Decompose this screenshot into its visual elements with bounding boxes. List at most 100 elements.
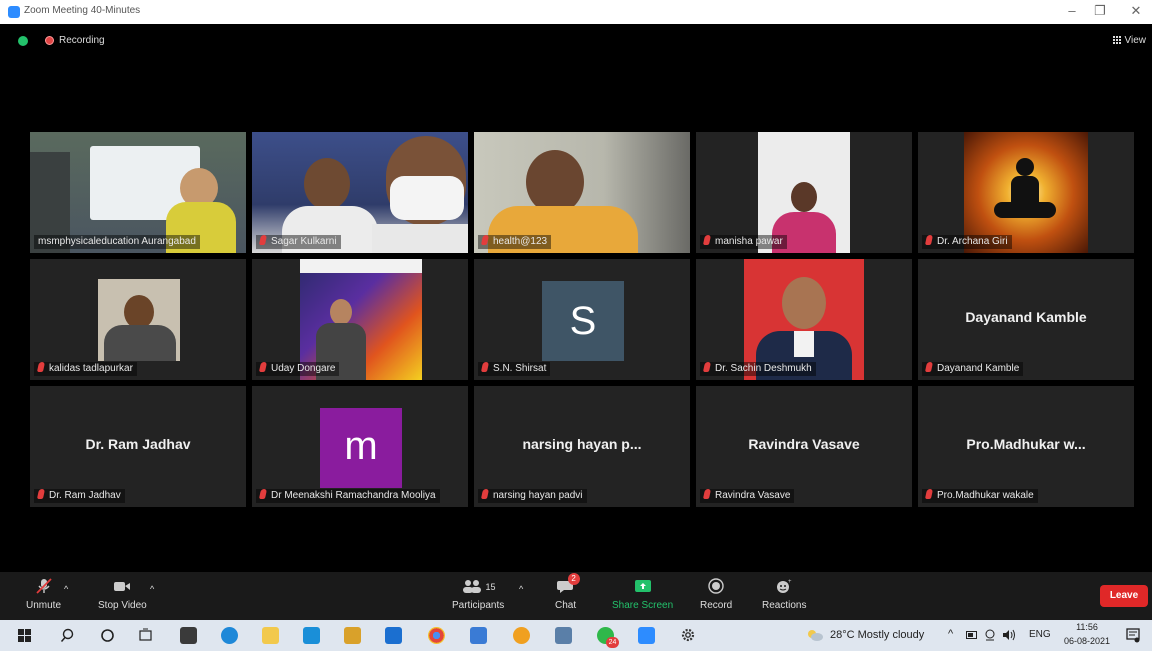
clock-time[interactable]: 11:56: [1070, 622, 1104, 632]
participants-icon-wrap: 15: [452, 578, 504, 594]
leave-button[interactable]: Leave: [1100, 585, 1148, 607]
participant-tile[interactable]: Sagar Kulkarni: [252, 132, 468, 253]
person-video: [372, 224, 468, 253]
participant-tile[interactable]: Dr. Sachin Deshmukh: [696, 259, 912, 380]
participant-name-text: health@123: [493, 236, 548, 247]
audio-options-chevron-icon[interactable]: ^: [64, 584, 68, 594]
participant-name-text: Dr. Sachin Deshmukh: [715, 363, 812, 374]
edge-browser-icon[interactable]: [221, 627, 238, 644]
participants-chevron-icon[interactable]: ^: [519, 584, 523, 594]
participant-display-name: Pro.Madhukar w...: [966, 436, 1086, 452]
person-photo: [330, 299, 352, 325]
person-video: [791, 182, 817, 212]
view-button[interactable]: View: [1112, 35, 1147, 46]
participant-tile[interactable]: Ravindra Vasave Ravindra Vasave: [696, 386, 912, 507]
chat-button[interactable]: 2 Chat: [555, 573, 580, 611]
reactions-button[interactable]: + Reactions: [762, 578, 806, 611]
participant-name: Uday Dongare: [256, 362, 340, 376]
cortana-icon[interactable]: [100, 628, 115, 643]
muted-mic-icon: [480, 235, 490, 245]
security-shield-icon[interactable]: [18, 36, 28, 46]
participant-name-text: Dr. Ram Jadhav: [49, 490, 121, 501]
person-photo: [782, 277, 826, 329]
participant-display-name: Dr. Ram Jadhav: [85, 436, 191, 452]
weather-text[interactable]: 28°C Mostly cloudy: [830, 629, 924, 641]
participant-name: health@123: [478, 235, 552, 249]
zoom-logo-icon: [8, 6, 20, 18]
battery-icon[interactable]: [966, 631, 978, 639]
app-l-icon[interactable]: [303, 627, 320, 644]
participants-count: 15: [485, 582, 496, 592]
record-button[interactable]: Record: [700, 578, 732, 611]
notifications-icon[interactable]: [1126, 628, 1140, 643]
muted-mic-icon: [258, 362, 268, 372]
participant-display-name: Ravindra Vasave: [748, 436, 860, 452]
unmute-label: Unmute: [26, 600, 62, 611]
muted-mic-icon: [36, 489, 46, 499]
window-titlebar: Zoom Meeting 40-Minutes – ❐ ✕: [0, 0, 1152, 24]
record-icon: [708, 578, 724, 594]
muted-mic-icon: [480, 489, 490, 499]
participant-name-text: manisha pawar: [715, 236, 783, 247]
participant-tile[interactable]: kalidas tadlapurkar: [30, 259, 246, 380]
share-screen-button[interactable]: Share Screen: [612, 578, 673, 611]
participant-tile[interactable]: S S.N. Shirsat: [474, 259, 690, 380]
settings-gear-icon[interactable]: [680, 627, 696, 643]
avatar: m: [320, 408, 402, 488]
language-indicator[interactable]: ENG: [1029, 629, 1051, 640]
task-view-icon[interactable]: [138, 628, 153, 643]
participant-tile[interactable]: health@123: [474, 132, 690, 253]
clock-date[interactable]: 06-08-2021: [1057, 636, 1117, 646]
gallery-grid-icon: [1112, 36, 1121, 44]
participant-tile[interactable]: Pro.Madhukar w... Pro.Madhukar wakale: [918, 386, 1134, 507]
muted-mic-icon: [258, 489, 268, 499]
participant-tile[interactable]: Dayanand Kamble Dayanand Kamble: [918, 259, 1134, 380]
minimize-icon[interactable]: –: [1060, 3, 1084, 18]
windows-start-icon[interactable]: [18, 629, 31, 642]
meeting-topbar: Recording View: [0, 24, 1152, 56]
muted-mic-icon: [924, 362, 934, 372]
close-icon[interactable]: ✕: [1124, 3, 1148, 19]
view-label: View: [1124, 35, 1147, 46]
video-options-chevron-icon[interactable]: ^: [150, 584, 154, 594]
app-orange-icon[interactable]: [344, 627, 361, 644]
mail-icon[interactable]: [385, 627, 402, 644]
chrome-browser-icon[interactable]: [428, 627, 445, 644]
participant-tile[interactable]: manisha pawar: [696, 132, 912, 253]
svg-text:+: +: [788, 579, 792, 585]
participant-display-name: narsing hayan p...: [522, 436, 642, 452]
participant-tile[interactable]: narsing hayan p... narsing hayan padvi: [474, 386, 690, 507]
participant-name: msmphysicaleducation Aurangabad: [34, 235, 200, 249]
participant-name: Dayanand Kamble: [922, 362, 1024, 376]
restore-icon[interactable]: ❐: [1088, 3, 1112, 19]
network-icon[interactable]: [984, 629, 996, 641]
participant-tile[interactable]: Dr. Ram Jadhav Dr. Ram Jadhav: [30, 386, 246, 507]
app-circle-icon[interactable]: [513, 627, 530, 644]
search-icon[interactable]: [60, 628, 75, 643]
participant-name: kalidas tadlapurkar: [34, 362, 137, 376]
participant-tile[interactable]: m Dr Meenakshi Ramachandra Mooliya: [252, 386, 468, 507]
person-photo: [794, 331, 814, 357]
participant-name: Pro.Madhukar wakale: [922, 489, 1038, 503]
participant-name-text: Ravindra Vasave: [715, 490, 791, 501]
banner: [300, 259, 422, 273]
file-explorer-icon[interactable]: [262, 627, 279, 644]
participant-tile[interactable]: Dr. Archana Giri: [918, 132, 1134, 253]
participants-label: Participants: [452, 600, 505, 611]
person-video: [304, 158, 350, 210]
photos-icon[interactable]: [470, 627, 487, 644]
participant-tile[interactable]: msmphysicaleducation Aurangabad: [30, 132, 246, 253]
stop-video-button[interactable]: Stop Video: [98, 578, 147, 611]
chat-icon-wrap: 2: [556, 573, 580, 594]
participant-tile[interactable]: Uday Dongare: [252, 259, 468, 380]
whatsapp-badge: 24: [606, 637, 619, 648]
store-icon[interactable]: [180, 627, 197, 644]
stop-video-label: Stop Video: [98, 600, 147, 611]
notepad-icon[interactable]: [555, 627, 572, 644]
tray-chevron-icon[interactable]: ^: [948, 628, 953, 640]
share-screen-icon: [634, 580, 651, 592]
unmute-button[interactable]: Unmute: [26, 578, 61, 611]
zoom-taskbar-icon[interactable]: [638, 627, 655, 644]
participants-button[interactable]: 15 Participants: [452, 578, 504, 611]
volume-icon[interactable]: [1002, 629, 1016, 641]
